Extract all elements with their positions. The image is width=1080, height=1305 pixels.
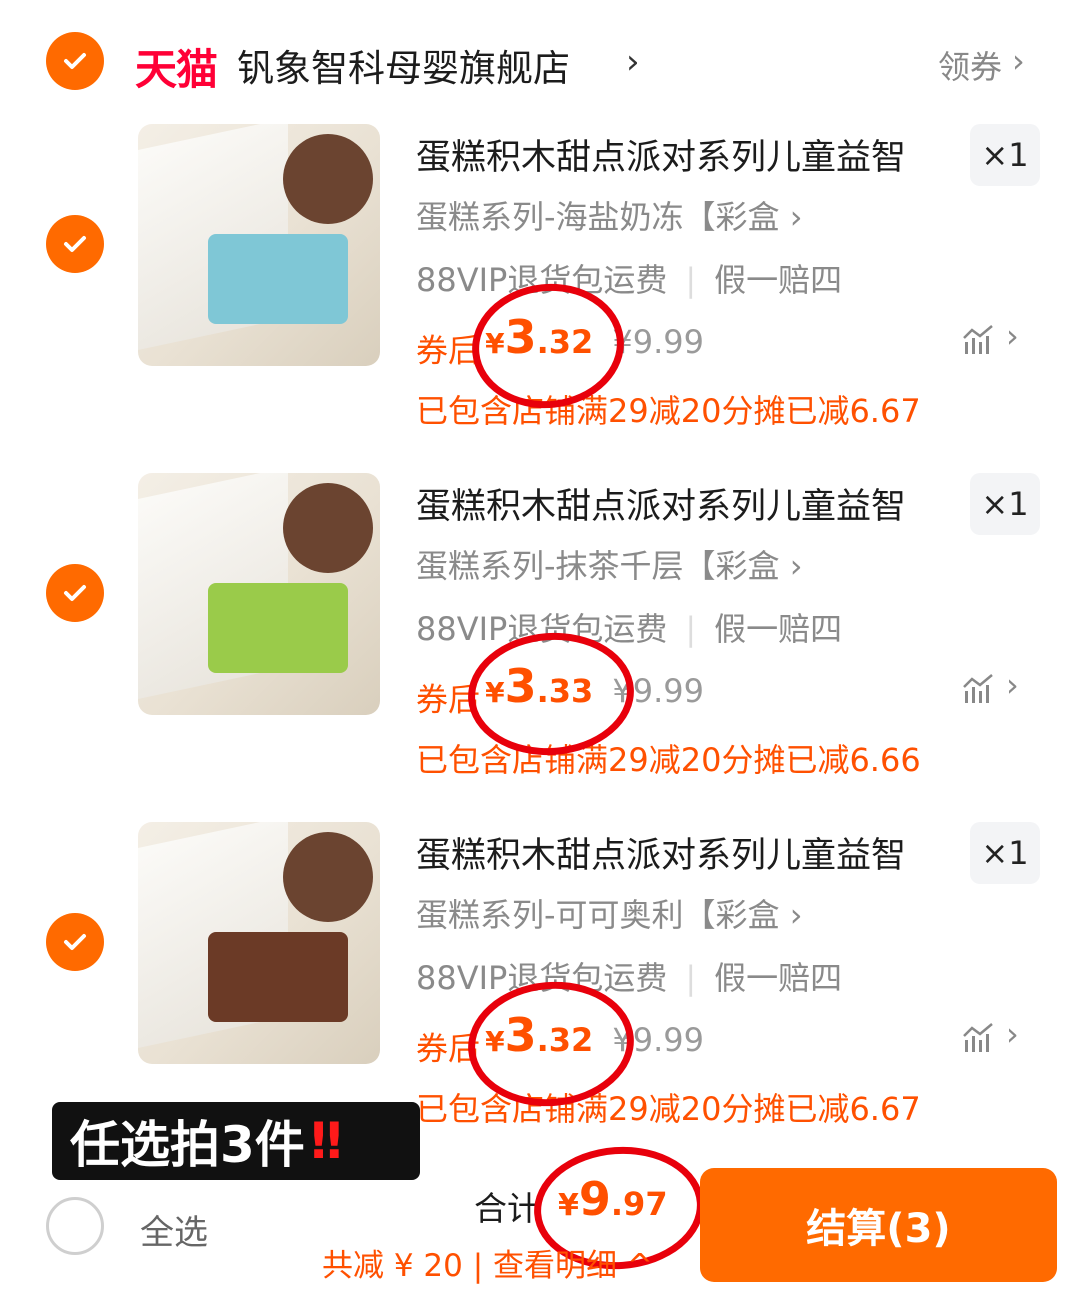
cake-model-graphic	[208, 583, 348, 673]
promo-text: 已包含店铺满29减20分摊已减6.66	[416, 741, 921, 779]
item-select-checkbox[interactable]	[46, 215, 104, 273]
brand-medal-graphic	[283, 483, 373, 573]
select-all-checkbox[interactable]	[46, 1197, 104, 1255]
double-exclamation-icon: ‼	[310, 1112, 343, 1170]
tmall-logo: 天猫	[135, 45, 218, 94]
product-thumbnail[interactable]	[138, 822, 380, 1064]
product-thumbnail[interactable]	[138, 124, 380, 366]
price-trend-chevron-icon[interactable]: ›	[1006, 666, 1019, 704]
cake-model-graphic	[208, 234, 348, 324]
item-select-checkbox[interactable]	[46, 564, 104, 622]
service-tags: 88VIP退货包运费 | 假一赔四	[416, 959, 843, 997]
quantity-selector[interactable]: ×1	[970, 473, 1040, 535]
saving-details-link[interactable]: 共减 ¥ 20 | 查看明细 ^	[322, 1240, 653, 1285]
price-trend-icon[interactable]	[962, 324, 996, 356]
service-tag-guarantee: 假一赔四	[714, 261, 843, 299]
service-tag-guarantee: 假一赔四	[714, 959, 843, 997]
original-price: ¥9.99	[612, 323, 704, 361]
sku-selector[interactable]: 蛋糕系列-海盐奶冻【彩盒 ›	[416, 192, 803, 238]
product-title[interactable]: 蛋糕积木甜点派对系列儿童益智	[416, 129, 906, 180]
price-trend-icon[interactable]	[962, 673, 996, 705]
select-all-label[interactable]: 全选	[140, 1205, 208, 1254]
check-icon	[64, 585, 86, 601]
item-select-checkbox[interactable]	[46, 913, 104, 971]
brand-medal-graphic	[283, 832, 373, 922]
shop-chevron-right-icon[interactable]: ›	[626, 42, 640, 82]
cart-item: 蛋糕积木甜点派对系列儿童益智 ×1 蛋糕系列-抹茶千层【彩盒 › 88VIP退货…	[0, 473, 1080, 822]
quantity-selector[interactable]: ×1	[970, 124, 1040, 186]
price-trend-chevron-icon[interactable]: ›	[1006, 1015, 1019, 1053]
shop-name[interactable]: 钒象智科母婴旗舰店	[237, 38, 570, 92]
promo-text: 已包含店铺满29减20分摊已减6.67	[416, 1090, 921, 1128]
checkout-button[interactable]: 结算(3)	[700, 1168, 1057, 1282]
product-thumbnail[interactable]	[138, 473, 380, 715]
cake-model-graphic	[208, 932, 348, 1022]
price-label: 券后	[416, 331, 481, 370]
get-coupon-link[interactable]: 领券	[938, 42, 1002, 88]
coupon-chevron-right-icon[interactable]: ›	[1012, 42, 1025, 80]
service-tag-guarantee: 假一赔四	[714, 610, 843, 648]
badge-text: 任选拍3件	[70, 1116, 305, 1174]
promo-overlay-badge: 任选拍3件 ‼	[52, 1102, 420, 1180]
promo-text: 已包含店铺满29减20分摊已减6.67	[416, 392, 921, 430]
quantity-selector[interactable]: ×1	[970, 822, 1040, 884]
sku-selector[interactable]: 蛋糕系列-可可奥利【彩盒 ›	[416, 890, 803, 936]
product-title[interactable]: 蛋糕积木甜点派对系列儿童益智	[416, 478, 906, 529]
shop-header: 天猫 钒象智科母婴旗舰店 › 领券 ›	[0, 0, 1080, 120]
price-trend-chevron-icon[interactable]: ›	[1006, 317, 1019, 355]
total-label: 合计	[474, 1189, 540, 1228]
cart-item: 蛋糕积木甜点派对系列儿童益智 ×1 蛋糕系列-海盐奶冻【彩盒 › 88VIP退货…	[0, 124, 1080, 473]
sku-selector[interactable]: 蛋糕系列-抹茶千层【彩盒 ›	[416, 541, 803, 587]
shop-select-checkbox[interactable]	[46, 32, 104, 90]
brand-medal-graphic	[283, 134, 373, 224]
product-title[interactable]: 蛋糕积木甜点派对系列儿童益智	[416, 827, 906, 878]
check-icon	[64, 53, 86, 69]
service-tags: 88VIP退货包运费 | 假一赔四	[416, 610, 843, 648]
check-icon	[64, 236, 86, 252]
price-trend-icon[interactable]	[962, 1022, 996, 1054]
check-icon	[64, 934, 86, 950]
service-tags: 88VIP退货包运费 | 假一赔四	[416, 261, 843, 299]
